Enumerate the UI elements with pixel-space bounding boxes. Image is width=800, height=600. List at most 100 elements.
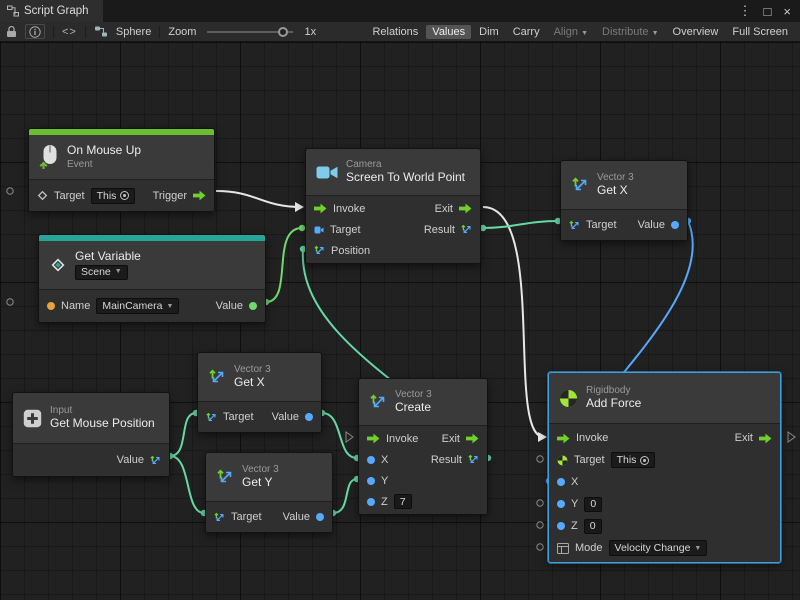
graph-canvas[interactable]: On Mouse UpEvent Target This Trigger Get [0, 42, 800, 600]
node-category: Input [50, 405, 155, 417]
flow-arrow-icon[interactable] [314, 203, 327, 214]
toolbar-separator [159, 26, 160, 38]
vector3-port-icon[interactable] [314, 245, 325, 256]
toolbar-separator [53, 26, 54, 38]
float-port-icon[interactable] [367, 456, 375, 464]
zoom-slider-handle[interactable] [278, 27, 288, 37]
input-icon [23, 409, 42, 428]
string-port-icon[interactable] [47, 302, 55, 310]
node-title: Screen To World Point [346, 171, 465, 185]
maximize-icon[interactable]: □ [764, 4, 772, 19]
node-get-x-world[interactable]: Vector 3Get X Target Value [560, 160, 688, 241]
float-port-icon[interactable] [305, 413, 313, 421]
vector3-icon [571, 176, 589, 194]
flow-arrow-icon[interactable] [557, 433, 570, 444]
vector3-icon [216, 468, 234, 486]
variable-scope-dropdown[interactable]: Scene▼ [75, 265, 128, 280]
dim-button[interactable]: Dim [473, 25, 505, 39]
code-view-icon[interactable]: <> [62, 26, 77, 38]
target-this-chip[interactable]: This [611, 452, 656, 468]
variable-name-dropdown[interactable]: MainCamera▼ [96, 298, 179, 314]
mode-enum-port-icon[interactable] [557, 543, 569, 554]
node-add-force[interactable]: RigidbodyAdd Force Invoke Exit Target Th… [548, 372, 781, 563]
window-buttons: ⋮ □ × [739, 0, 800, 22]
vector3-port-icon[interactable] [461, 224, 472, 235]
float-port-icon[interactable] [557, 522, 565, 530]
lock-icon[interactable] [6, 25, 17, 38]
node-category: Vector 3 [597, 172, 634, 184]
distribute-dropdown[interactable]: Distribute ▼ [596, 25, 664, 39]
tab-script-graph[interactable]: Script Graph [0, 0, 103, 22]
node-get-x-mouse[interactable]: Vector 3Get X Target Value [197, 352, 322, 433]
flow-arrow-icon[interactable] [466, 433, 479, 444]
node-get-variable[interactable]: Get Variable Scene▼ Name MainCamera▼ Val… [38, 234, 266, 323]
float-port-icon[interactable] [557, 478, 565, 486]
port-target-label: Target [54, 190, 85, 202]
z-value-field[interactable]: 7 [394, 494, 412, 509]
float-port-icon[interactable] [367, 477, 375, 485]
align-dropdown[interactable]: Align ▼ [548, 25, 594, 39]
node-subtitle: Event [67, 159, 141, 171]
port-exit-label: Exit [435, 203, 453, 215]
node-ports: Invoke Exit X Result Y [359, 425, 487, 514]
z-value-field[interactable]: 0 [584, 519, 602, 534]
node-ports: Target Value [206, 501, 332, 532]
info-icon [29, 26, 41, 38]
object-picker-icon[interactable] [120, 191, 129, 200]
menu-icon[interactable]: ⋮ [739, 3, 752, 19]
close-icon[interactable]: × [783, 4, 791, 19]
object-picker-icon[interactable] [640, 456, 649, 465]
vector3-icon [208, 368, 226, 386]
port-exit-label: Exit [442, 433, 460, 445]
full-screen-button[interactable]: Full Screen [726, 25, 794, 39]
zoom-slider[interactable] [207, 31, 293, 33]
port-target-label: Target [223, 411, 254, 423]
node-get-y-mouse[interactable]: Vector 3Get Y Target Value [205, 452, 333, 533]
port-value-label: Value [216, 300, 243, 312]
object-port-icon[interactable] [249, 302, 257, 310]
node-header: RigidbodyAdd Force [549, 373, 780, 423]
carry-button[interactable]: Carry [507, 25, 546, 39]
node-ports: Target Value [561, 209, 687, 240]
vector3-port-icon[interactable] [468, 454, 479, 465]
target-this-chip[interactable]: This [91, 188, 136, 204]
rigidbody-type-port-icon[interactable] [557, 455, 568, 466]
node-title: Add Force [586, 397, 641, 411]
vector3-port-icon[interactable] [569, 220, 580, 231]
node-category: Camera [346, 159, 465, 171]
node-on-mouse-up[interactable]: On Mouse UpEvent Target This Trigger [28, 128, 215, 212]
y-value-field[interactable]: 0 [584, 497, 602, 512]
port-value-label: Value [283, 511, 310, 523]
port-y-label: Y [381, 475, 388, 487]
info-button[interactable] [25, 24, 45, 39]
float-port-icon[interactable] [557, 500, 565, 508]
port-exit-label: Exit [735, 432, 753, 444]
float-port-icon[interactable] [316, 513, 324, 521]
node-header: On Mouse UpEvent [29, 135, 214, 179]
node-vector3-create[interactable]: Vector 3Create Invoke Exit X Result [358, 378, 488, 515]
float-port-icon[interactable] [367, 498, 375, 506]
float-port-icon[interactable] [671, 221, 679, 229]
node-get-mouse-position[interactable]: InputGet Mouse Position Value [12, 392, 170, 477]
vector3-port-icon[interactable] [206, 412, 217, 423]
tab-title: Script Graph [24, 5, 89, 17]
node-category: Vector 3 [395, 389, 432, 401]
flow-arrow-icon[interactable] [367, 433, 380, 444]
camera-type-port-icon[interactable] [314, 225, 324, 235]
flow-arrow-icon[interactable] [759, 433, 772, 444]
force-mode-dropdown[interactable]: Velocity Change▼ [609, 540, 708, 556]
vector3-port-icon[interactable] [214, 512, 225, 523]
values-button[interactable]: Values [426, 25, 471, 39]
port-target-label: Target [330, 224, 361, 236]
vector3-port-icon[interactable] [150, 455, 161, 466]
flow-arrow-icon[interactable] [193, 190, 206, 201]
relations-button[interactable]: Relations [366, 25, 424, 39]
node-category: Rigidbody [586, 385, 641, 397]
overview-button[interactable]: Overview [667, 25, 725, 39]
port-x-label: X [381, 454, 388, 466]
node-screen-to-world-point[interactable]: CameraScreen To World Point Invoke Exit … [305, 148, 481, 264]
port-result-label: Result [431, 454, 462, 466]
flow-arrow-icon[interactable] [459, 203, 472, 214]
graph-name-label[interactable]: Sphere [116, 26, 151, 38]
toolbar-right-group: Relations Values Dim Carry Align ▼ Distr… [366, 25, 794, 39]
